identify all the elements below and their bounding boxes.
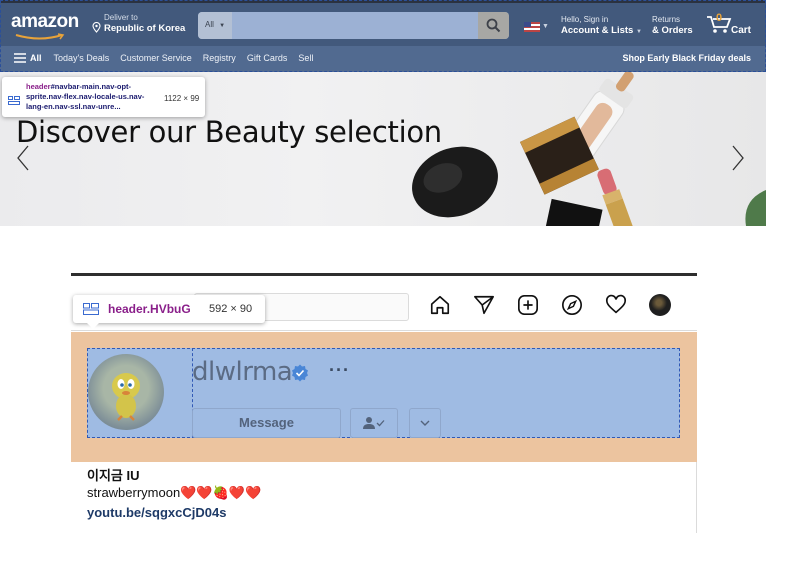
all-menu-button[interactable]: All bbox=[14, 53, 42, 63]
account-label: Account & Lists ▼ bbox=[561, 25, 642, 36]
devtools-tooltip: header.HVbuG 592 × 90 bbox=[73, 295, 265, 329]
profile-username: dlwlrma bbox=[192, 357, 293, 387]
deliver-to[interactable]: Deliver to Republic of Korea bbox=[92, 13, 185, 35]
deliver-location: Republic of Korea bbox=[104, 23, 186, 34]
instagram-nav-icons bbox=[429, 294, 671, 316]
search-category-select[interactable]: All ▼ bbox=[198, 12, 232, 39]
profile-bio: 이지금 IU strawberrymoon❤️❤️🍓❤️❤️ youtu.be/… bbox=[71, 462, 697, 533]
nav-todays-deals[interactable]: Today's Deals bbox=[54, 53, 110, 63]
amazon-page: amazon Deliver to Republic of Korea All … bbox=[0, 0, 766, 226]
explore-compass-icon[interactable] bbox=[561, 294, 583, 316]
nav-sell[interactable]: Sell bbox=[298, 53, 313, 63]
flex-layout-icon bbox=[8, 96, 20, 105]
caret-down-icon: ▼ bbox=[219, 23, 226, 29]
tweety-bird-image bbox=[112, 373, 140, 421]
profile-avatar-icon[interactable] bbox=[649, 294, 671, 316]
profile-avatar[interactable] bbox=[88, 354, 164, 430]
deliver-to-label: Deliver to bbox=[104, 13, 138, 22]
chevron-down-icon bbox=[420, 420, 430, 426]
cart-label[interactable]: Cart bbox=[731, 25, 751, 36]
search-category-label: All bbox=[205, 20, 214, 29]
tooltip-selector: header#navbar-main.nav-opt-sprite.nav-fl… bbox=[26, 82, 145, 111]
message-button[interactable]: Message bbox=[192, 408, 341, 438]
profile-full-name: 이지금 IU bbox=[87, 468, 140, 483]
search-bar[interactable]: All ▼ bbox=[198, 12, 509, 39]
search-icon bbox=[486, 18, 501, 33]
amazon-subnav: All Today's Deals Customer Service Regis… bbox=[14, 53, 324, 63]
person-check-icon bbox=[363, 417, 385, 429]
caret-down-icon: ▼ bbox=[542, 23, 549, 30]
verified-badge-icon bbox=[292, 364, 308, 382]
home-icon[interactable] bbox=[429, 294, 451, 316]
amazon-smile-icon bbox=[15, 33, 65, 40]
hamburger-icon bbox=[14, 53, 26, 63]
returns-orders[interactable]: Returns & Orders bbox=[652, 15, 693, 37]
profile-header: dlwlrma ··· Message bbox=[71, 332, 697, 462]
orders-label: & Orders bbox=[652, 25, 693, 36]
cart-count: 0 bbox=[716, 12, 723, 24]
nav-registry[interactable]: Registry bbox=[203, 53, 236, 63]
chevron-left-icon[interactable] bbox=[16, 145, 30, 171]
suggested-dropdown-button[interactable] bbox=[409, 408, 441, 438]
instagram-page: dlwlrma ··· Message 이지금 IU strawberrymoo… bbox=[71, 273, 697, 533]
following-button[interactable] bbox=[350, 408, 398, 438]
tooltip-size: 592 × 90 bbox=[209, 303, 253, 315]
devtools-tooltip: header#navbar-main.nav-opt-sprite.nav-fl… bbox=[2, 77, 205, 117]
profile-bio-text: strawberrymoon❤️❤️🍓❤️❤️ bbox=[87, 485, 262, 500]
chevron-right-icon[interactable] bbox=[731, 145, 745, 171]
direct-message-icon[interactable] bbox=[473, 294, 495, 316]
returns-label: Returns bbox=[652, 15, 681, 24]
new-post-icon[interactable] bbox=[517, 294, 539, 316]
hero-title: Discover our Beauty selection bbox=[16, 115, 442, 149]
profile-link[interactable]: youtu.be/sqgxcCjD04s bbox=[87, 505, 226, 520]
tooltip-size: 1122 × 99 bbox=[164, 94, 200, 103]
amazon-logo[interactable]: amazon bbox=[11, 11, 79, 33]
search-input[interactable] bbox=[232, 12, 478, 39]
heart-icon[interactable] bbox=[605, 294, 627, 316]
all-menu-label: All bbox=[30, 53, 42, 63]
us-flag-icon[interactable] bbox=[524, 22, 540, 32]
nav-gift-cards[interactable]: Gift Cards bbox=[247, 53, 288, 63]
location-pin-icon bbox=[92, 22, 101, 33]
more-options-button[interactable]: ··· bbox=[329, 360, 350, 381]
promo-link[interactable]: Shop Early Black Friday deals bbox=[622, 53, 751, 63]
nav-customer-service[interactable]: Customer Service bbox=[120, 53, 192, 63]
tooltip-selector: header.HVbuG bbox=[108, 302, 191, 316]
account-lists[interactable]: Hello, Sign in Account & Lists ▼ bbox=[561, 15, 642, 38]
account-greeting: Hello, Sign in bbox=[561, 15, 609, 24]
flex-layout-icon bbox=[83, 303, 99, 315]
search-button[interactable] bbox=[478, 12, 509, 39]
